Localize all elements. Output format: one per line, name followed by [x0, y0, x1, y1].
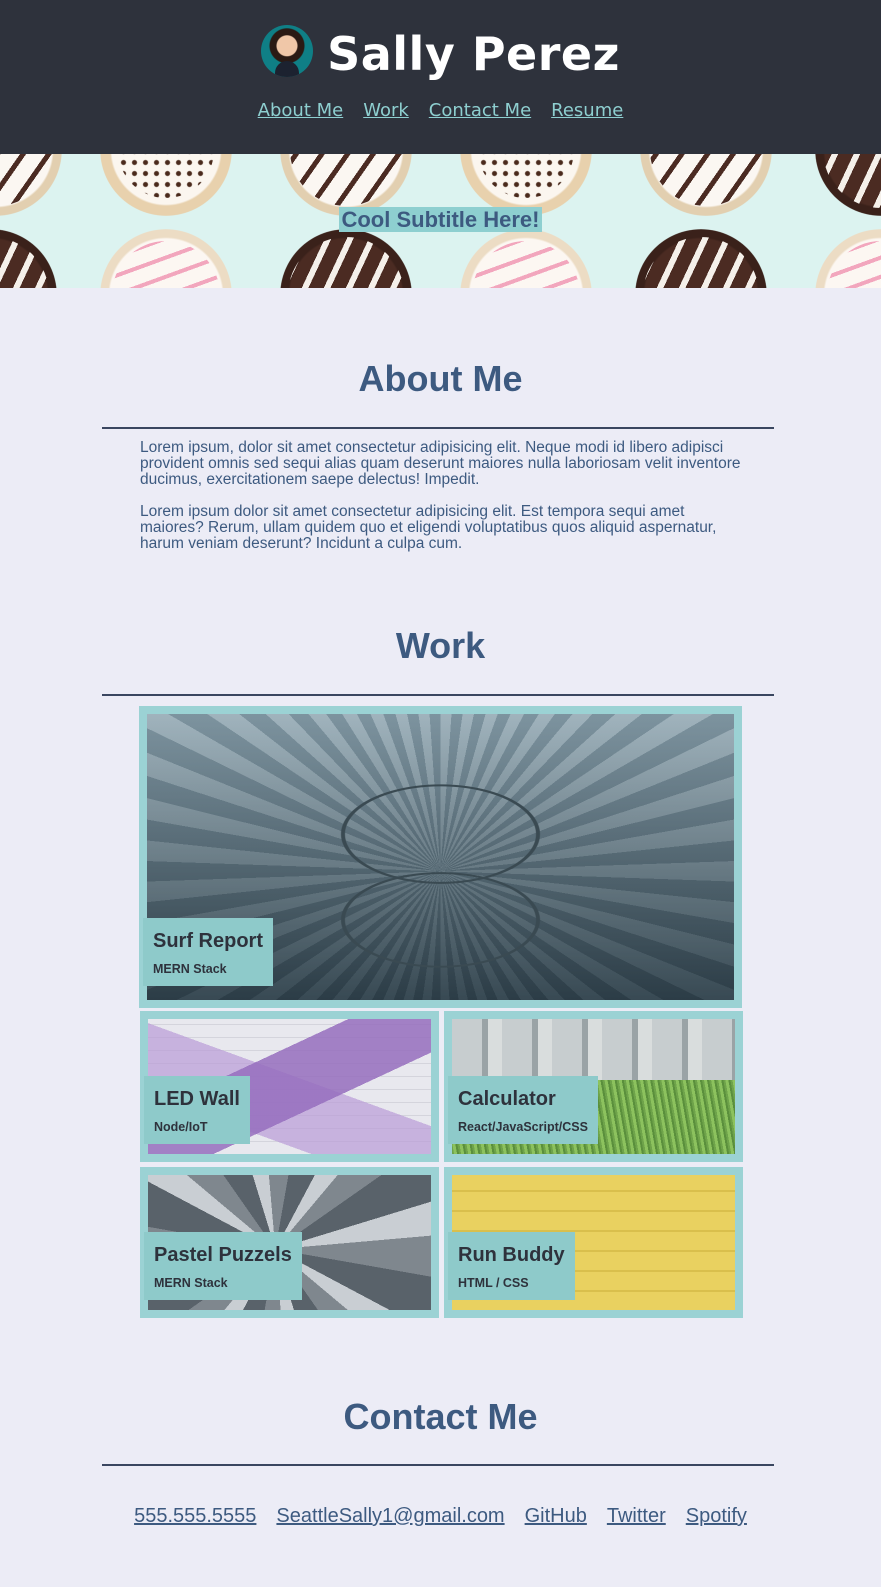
donut-image: [100, 229, 232, 288]
contact-spotify-link[interactable]: Spotify: [686, 1505, 747, 1528]
project-title: Calculator: [458, 1088, 556, 1110]
project-title: Surf Report: [153, 930, 263, 952]
donut-image: [280, 229, 412, 288]
project-tech: HTML / CSS: [458, 1276, 529, 1290]
project-tech: MERN Stack: [153, 962, 227, 976]
hero-banner: Cool Subtitle Here!: [0, 154, 881, 288]
project-card-led-wall[interactable]: LED Wall Node/IoT: [140, 1011, 439, 1162]
project-label: Pastel Puzzels MERN Stack: [144, 1232, 302, 1300]
project-card-run-buddy[interactable]: Run Buddy HTML / CSS: [444, 1167, 743, 1318]
contact-email-link[interactable]: SeattleSally1@gmail.com: [276, 1505, 504, 1528]
nav-link-work[interactable]: Work: [363, 100, 409, 121]
project-card-pastel-puzzels[interactable]: Pastel Puzzels MERN Stack: [140, 1167, 439, 1318]
contact-heading: Contact Me: [343, 1396, 538, 1437]
work-heading: Work: [395, 625, 486, 666]
site-title: Sally Perez: [327, 27, 620, 81]
section-divider: [102, 694, 774, 696]
donut-image: [815, 229, 881, 288]
project-label: Surf Report MERN Stack: [143, 918, 273, 986]
project-label: Run Buddy HTML / CSS: [448, 1232, 575, 1300]
project-title: LED Wall: [154, 1088, 240, 1110]
donut-image: [0, 229, 57, 288]
project-label: LED Wall Node/IoT: [144, 1076, 250, 1144]
site-header: Sally Perez About Me Work Contact Me Res…: [0, 0, 881, 154]
about-text: Lorem ipsum, dolor sit amet consectetur …: [140, 440, 750, 568]
nav-link-about[interactable]: About Me: [258, 100, 344, 121]
project-title: Run Buddy: [458, 1244, 565, 1266]
main-nav: About Me Work Contact Me Resume: [0, 100, 881, 121]
project-title: Pastel Puzzels: [154, 1244, 292, 1266]
project-card-surf-report[interactable]: Surf Report MERN Stack: [139, 706, 742, 1008]
project-tech: React/JavaScript/CSS: [458, 1120, 588, 1134]
contact-links: 555.555.5555 SeattleSally1@gmail.com Git…: [0, 1505, 881, 1528]
project-label: Calculator React/JavaScript/CSS: [448, 1076, 598, 1144]
hero-subtitle-text: Cool Subtitle Here!: [339, 207, 542, 232]
donut-image: [460, 229, 592, 288]
nav-link-resume[interactable]: Resume: [551, 100, 623, 121]
contact-phone-link[interactable]: 555.555.5555: [134, 1505, 256, 1528]
avatar: [261, 25, 314, 77]
about-paragraph-1: Lorem ipsum, dolor sit amet consectetur …: [140, 439, 741, 488]
about-heading: About Me: [358, 358, 523, 399]
contact-github-link[interactable]: GitHub: [525, 1505, 587, 1528]
brand: Sally Perez: [0, 18, 881, 90]
donut-image: [635, 229, 767, 288]
nav-link-contact[interactable]: Contact Me: [429, 100, 531, 121]
about-paragraph-2: Lorem ipsum dolor sit amet consectetur a…: [140, 503, 717, 552]
section-divider: [102, 1464, 774, 1466]
project-tech: Node/IoT: [154, 1120, 208, 1134]
hero-subtitle: Cool Subtitle Here!: [0, 207, 881, 233]
project-tech: MERN Stack: [154, 1276, 228, 1290]
section-divider: [102, 427, 774, 429]
contact-twitter-link[interactable]: Twitter: [607, 1505, 666, 1528]
project-card-calculator[interactable]: Calculator React/JavaScript/CSS: [444, 1011, 743, 1162]
